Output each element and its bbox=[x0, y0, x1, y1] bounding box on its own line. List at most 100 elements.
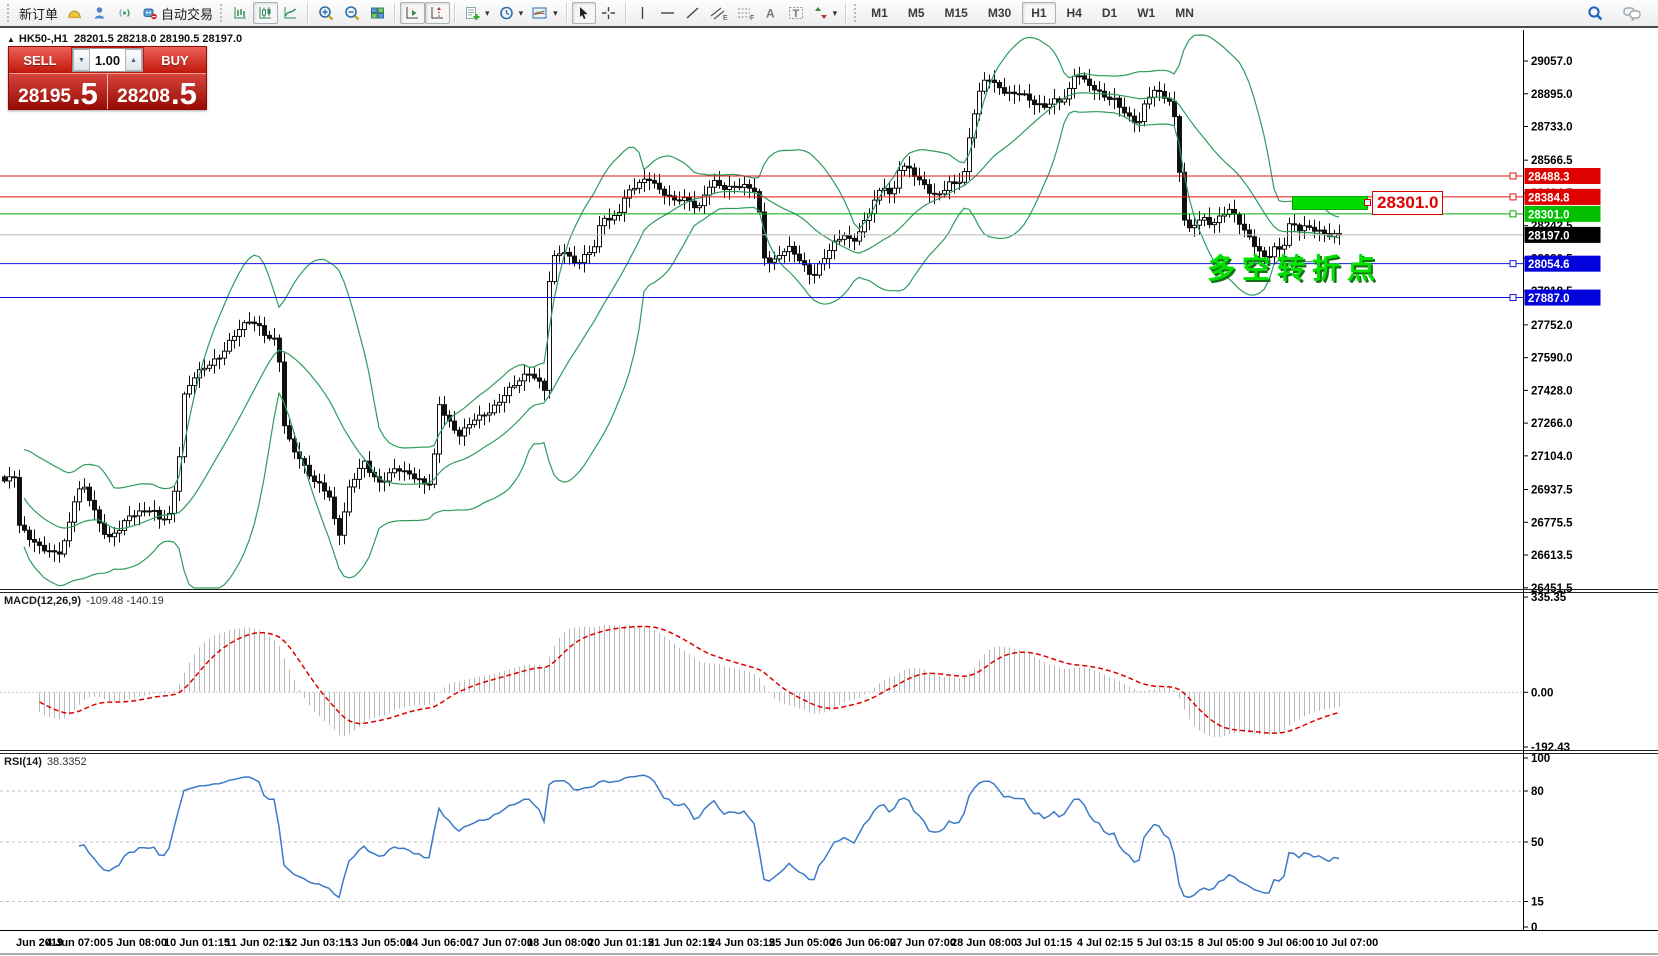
collapse-icon[interactable]: ▲ bbox=[7, 35, 15, 44]
timeframe-M1[interactable]: M1 bbox=[862, 2, 897, 24]
signal-icon bbox=[116, 5, 133, 21]
timeframe-M5[interactable]: M5 bbox=[899, 2, 934, 24]
text-button[interactable]: A bbox=[759, 2, 783, 24]
rsi-axis-tick: 80 bbox=[1531, 786, 1544, 798]
autotrading-button[interactable]: 自动交易 bbox=[137, 2, 217, 24]
chart-shift-button[interactable] bbox=[425, 2, 450, 24]
timeframe-H4[interactable]: H4 bbox=[1058, 2, 1091, 24]
tile-windows-button[interactable] bbox=[365, 2, 390, 24]
sell-price-main: 28195 bbox=[18, 87, 71, 107]
time-axis-label: 10 Jul 07:00 bbox=[1316, 937, 1378, 949]
crosshair-button[interactable] bbox=[596, 2, 621, 24]
templates-button[interactable]: ▾ bbox=[527, 2, 562, 24]
turning-point-annotation[interactable]: 多空转折点 bbox=[1207, 247, 1382, 287]
price-axis-tick: 27104.0 bbox=[1531, 451, 1573, 463]
timeframe-W1[interactable]: W1 bbox=[1128, 2, 1164, 24]
volume-up-button[interactable]: ▲ bbox=[125, 49, 142, 71]
vertical-line-button[interactable] bbox=[631, 2, 655, 24]
line-handle[interactable] bbox=[1510, 194, 1516, 200]
line-handle[interactable] bbox=[1510, 295, 1516, 301]
line-chart-icon bbox=[282, 5, 299, 21]
price-tag-handle[interactable] bbox=[1364, 199, 1371, 206]
volume-input[interactable]: 1.00 bbox=[90, 49, 125, 71]
signals-button[interactable] bbox=[112, 2, 137, 24]
line-handle[interactable] bbox=[1510, 173, 1516, 179]
sell-price-frac: .5 bbox=[72, 81, 98, 107]
price-tag-label[interactable]: 28301.0 bbox=[1372, 191, 1443, 215]
time-axis-label: 9 Jul 06:00 bbox=[1258, 937, 1314, 949]
timeframe-H1[interactable]: H1 bbox=[1022, 2, 1055, 24]
symbol-period: HK50-,H1 bbox=[19, 33, 68, 45]
rsi-indicator-label: RSI(14)38.3352 bbox=[4, 756, 87, 768]
rsi-axis-tick: 100 bbox=[1531, 753, 1550, 765]
time-axis-label: 24 Jun 03:15 bbox=[709, 937, 775, 949]
equidistant-channel-button[interactable]: E bbox=[705, 2, 732, 24]
ohlc-values: 28201.5 28218.0 28190.5 28197.0 bbox=[74, 33, 242, 45]
svg-text:F: F bbox=[750, 15, 754, 21]
periods-button[interactable]: ▾ bbox=[494, 2, 528, 24]
axis-price-badge-label: 28054.6 bbox=[1528, 259, 1570, 271]
indicators-button[interactable]: ▾ bbox=[460, 2, 494, 24]
trendline-button[interactable] bbox=[680, 2, 705, 24]
green-highlight-rectangle[interactable] bbox=[1292, 196, 1368, 210]
time-axis-label: 8 Jul 05:00 bbox=[1198, 937, 1254, 949]
new-order-button[interactable]: 新订单 bbox=[15, 2, 62, 24]
arrows-button[interactable]: ▾ bbox=[809, 2, 842, 24]
time-axis-label: 25 Jun 05:00 bbox=[769, 937, 835, 949]
autotrading-label: 自动交易 bbox=[161, 4, 213, 23]
chat-button[interactable] bbox=[1618, 2, 1646, 24]
svg-text:T: T bbox=[792, 8, 799, 20]
volume-down-button[interactable]: ▼ bbox=[73, 49, 90, 71]
rsi-line bbox=[79, 775, 1339, 897]
timeframe-M30[interactable]: M30 bbox=[979, 2, 1020, 24]
time-axis-label: 28 Jun 08:00 bbox=[951, 937, 1017, 949]
macd-name: MACD(12,26,9) bbox=[4, 595, 81, 607]
time-axis-label: 14 Jun 06:00 bbox=[406, 937, 472, 949]
fibonacci-button[interactable]: F bbox=[732, 2, 759, 24]
buy-price[interactable]: 28208.5 bbox=[108, 74, 206, 109]
price-axis-tick: 26775.5 bbox=[1531, 517, 1573, 529]
rsi-axis-tick: 15 bbox=[1531, 897, 1544, 909]
clock-icon bbox=[498, 5, 515, 21]
toolbar: 新订单 自动交易 ▾ ▾ ▾ E F A T ▾ bbox=[0, 0, 1658, 28]
volume-control: ▼ 1.00 ▲ bbox=[72, 48, 143, 72]
sell-price[interactable]: 28195.5 bbox=[9, 74, 108, 109]
time-axis-label: 10 Jun 01:15 bbox=[164, 937, 230, 949]
cursor-button[interactable] bbox=[572, 2, 596, 24]
time-axis-label: 26 Jun 06:00 bbox=[830, 937, 896, 949]
time-axis-label: 4 Jun 07:00 bbox=[46, 937, 106, 949]
dropdown-caret: ▾ bbox=[519, 8, 524, 19]
metaeditor-button[interactable] bbox=[62, 2, 87, 24]
buy-button[interactable]: BUY bbox=[144, 47, 206, 73]
horizontal-line-button[interactable] bbox=[655, 2, 680, 24]
macd-indicator-label: MACD(12,26,9)-109.48 -140.19 bbox=[4, 595, 164, 607]
buy-price-main: 28208 bbox=[117, 87, 170, 107]
time-axis-label: 5 Jul 03:15 bbox=[1137, 937, 1193, 949]
vertical-line-icon bbox=[636, 5, 649, 21]
channel-icon: E bbox=[709, 5, 728, 21]
timeframe-D1[interactable]: D1 bbox=[1093, 2, 1126, 24]
candlestick-chart-button[interactable] bbox=[253, 2, 278, 24]
timeframe-M15[interactable]: M15 bbox=[936, 2, 977, 24]
line-chart-button[interactable] bbox=[278, 2, 303, 24]
time-axis-label: 20 Jun 01:15 bbox=[588, 937, 654, 949]
auto-scroll-button[interactable] bbox=[400, 2, 425, 24]
time-axis-label: 21 Jun 02:15 bbox=[648, 937, 714, 949]
market-button[interactable] bbox=[87, 2, 112, 24]
search-button[interactable] bbox=[1582, 2, 1608, 24]
line-handle[interactable] bbox=[1510, 211, 1516, 217]
timeframe-MN[interactable]: MN bbox=[1166, 2, 1203, 24]
zoom-out-button[interactable] bbox=[339, 2, 365, 24]
hat-icon bbox=[66, 5, 83, 21]
toolbar-separator bbox=[845, 3, 847, 23]
bollinger-bands bbox=[24, 35, 1339, 588]
zoom-in-button[interactable] bbox=[313, 2, 339, 24]
time-axis-label: 13 Jun 05:00 bbox=[346, 937, 412, 949]
sell-button[interactable]: SELL bbox=[9, 47, 71, 73]
line-handle[interactable] bbox=[1510, 261, 1516, 267]
time-axis-label: 17 Jun 07:00 bbox=[467, 937, 533, 949]
time-axis-label: 3 Jul 01:15 bbox=[1016, 937, 1072, 949]
price-axis-tick: 28733.0 bbox=[1531, 122, 1573, 134]
text-label-button[interactable]: T bbox=[783, 2, 809, 24]
bar-chart-button[interactable] bbox=[228, 2, 253, 24]
